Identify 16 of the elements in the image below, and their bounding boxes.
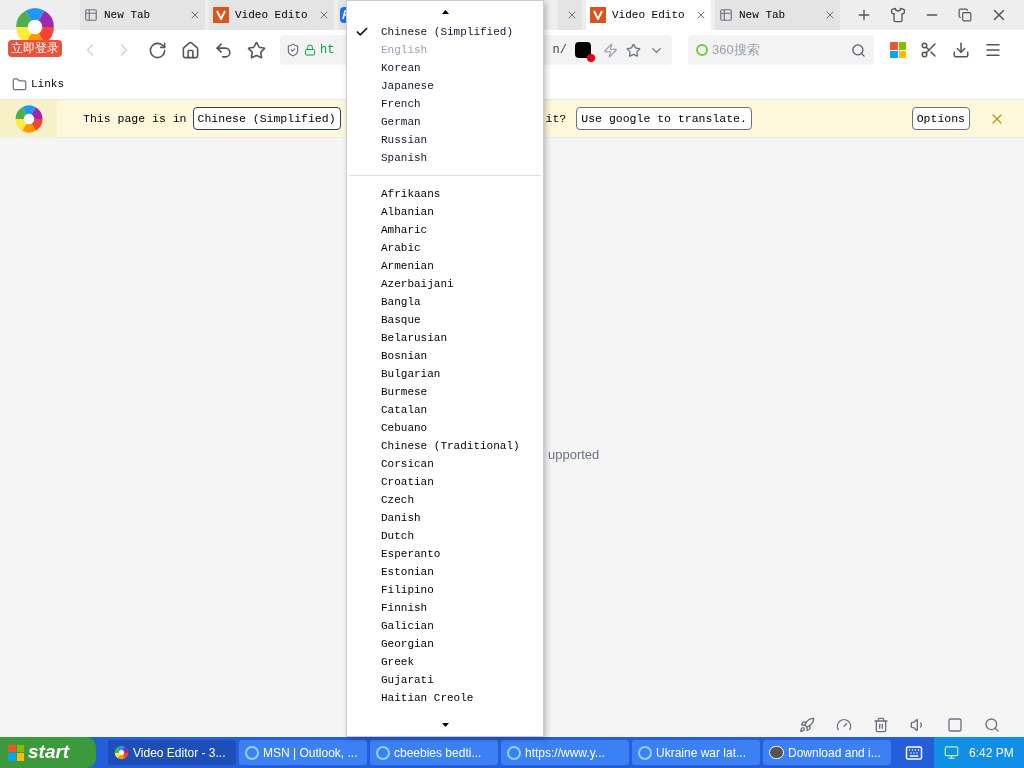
tab-title: New Tab: [104, 7, 152, 23]
taskbar-label: cbeebies bedti...: [394, 744, 482, 762]
taskbar-label: Download and i...: [788, 744, 881, 762]
message-text: upported: [548, 447, 600, 462]
taskbar-label: Ukraine war lat...: [656, 744, 747, 762]
tab-title: New Tab: [739, 7, 787, 23]
url-text: n/: [552, 42, 567, 59]
translate-message: This page is in: [83, 110, 187, 127]
tab-title: Video Edito: [612, 7, 686, 23]
url-text: ht: [320, 42, 335, 59]
clock: 6:42 PM: [969, 744, 1014, 762]
taskbar-label: Video Editor - 3...: [133, 744, 226, 762]
taskbar-label: MSN | Outlook, ...: [263, 744, 358, 762]
translate-message: it?: [545, 110, 567, 127]
taskbar-label: https://www.y...: [525, 744, 605, 762]
tab-title: Video Edito: [235, 7, 309, 23]
